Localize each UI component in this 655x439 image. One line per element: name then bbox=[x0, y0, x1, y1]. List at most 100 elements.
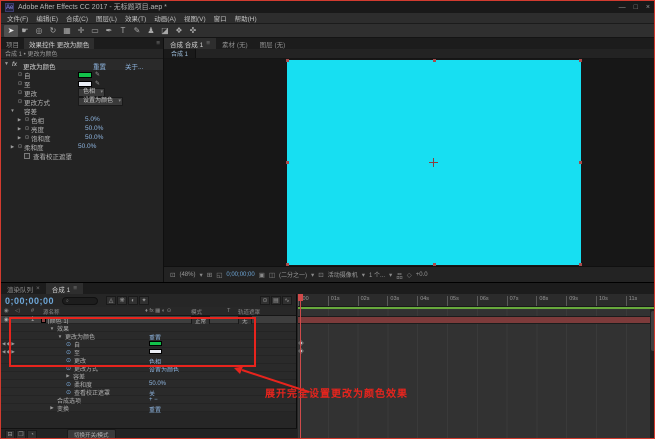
magnification-dropdown-icon[interactable]: ▾ bbox=[199, 271, 202, 279]
frame-blending-icon[interactable]: ◐ bbox=[128, 296, 139, 305]
resolution-dropdown-icon[interactable]: ▾ bbox=[311, 271, 314, 279]
panel-menu-icon[interactable]: ≡ bbox=[153, 38, 163, 49]
eye-icon[interactable]: ◉ bbox=[4, 317, 9, 323]
expand-inout-icon[interactable]: ◔ bbox=[27, 430, 37, 438]
pixel-aspect-icon[interactable]: 品 bbox=[396, 270, 403, 280]
menu-item-4[interactable]: 效果(T) bbox=[121, 13, 150, 23]
twirl-icon[interactable]: ▶ bbox=[9, 144, 16, 150]
menu-item-3[interactable]: 图层(L) bbox=[92, 13, 121, 23]
menu-item-0[interactable]: 文件(F) bbox=[3, 13, 32, 23]
transform-handle[interactable] bbox=[579, 161, 582, 164]
always-preview-icon[interactable]: ⊡ bbox=[170, 271, 175, 279]
timeline-scrollbar[interactable] bbox=[650, 309, 654, 438]
mode-column[interactable]: 模式 bbox=[191, 308, 202, 316]
type-tool[interactable]: T bbox=[116, 25, 130, 37]
transform-handle[interactable] bbox=[579, 59, 582, 62]
clone-stamp-tool[interactable]: ♟ bbox=[144, 25, 158, 37]
stopwatch-icon[interactable]: ⊙ bbox=[65, 341, 72, 348]
maximize-button[interactable]: □ bbox=[634, 4, 638, 11]
menu-item-5[interactable]: 动画(A) bbox=[150, 13, 180, 23]
panel-menu-icon[interactable]: ≡ bbox=[73, 285, 77, 292]
menu-item-6[interactable]: 视图(V) bbox=[180, 13, 210, 23]
stopwatch-icon[interactable]: ⊙ bbox=[65, 357, 72, 364]
layer-color-chip[interactable] bbox=[41, 317, 46, 323]
camera-tool[interactable]: ▦ bbox=[60, 25, 74, 37]
comp-subtab[interactable]: 合成 1 bbox=[164, 49, 197, 58]
about-button[interactable]: 关于... bbox=[125, 61, 143, 71]
property-value[interactable]: 50.0% bbox=[149, 381, 166, 387]
eraser-tool[interactable]: ◪ bbox=[158, 25, 172, 37]
selection-tool[interactable]: ➤ bbox=[4, 24, 18, 37]
property-value[interactable]: 50.0% bbox=[78, 143, 96, 150]
color-swatch[interactable] bbox=[78, 80, 92, 87]
eyedropper-icon[interactable]: ✎ bbox=[95, 80, 100, 87]
pan-behind-tool[interactable]: ✛ bbox=[74, 25, 88, 37]
cti-handle[interactable] bbox=[298, 294, 303, 301]
color-swatch[interactable] bbox=[78, 71, 92, 78]
twirl-icon[interactable]: ▼ bbox=[49, 326, 55, 331]
transform-handle[interactable] bbox=[286, 161, 289, 164]
twirl-icon[interactable]: ▶ bbox=[49, 405, 55, 411]
color-swatch[interactable] bbox=[149, 341, 162, 346]
transform-handle[interactable] bbox=[286, 59, 289, 62]
tab-composition[interactable]: 合成 合成 1 ≡ bbox=[164, 38, 217, 49]
show-snapshot-icon[interactable]: ◫ bbox=[269, 271, 275, 279]
stopwatch-icon[interactable]: ⊙ bbox=[23, 134, 31, 141]
current-time-display[interactable]: 0;00;00;00 bbox=[5, 296, 54, 306]
twirl-icon[interactable]: ▶ bbox=[16, 135, 23, 141]
anchor-point-icon[interactable] bbox=[429, 158, 438, 167]
property-value[interactable]: 50.0% bbox=[85, 134, 103, 141]
tab-footage[interactable]: 素材 (无) bbox=[216, 38, 254, 49]
motion-blur-icon[interactable]: ✦ bbox=[139, 296, 150, 305]
menu-item-8[interactable]: 帮助(H) bbox=[231, 13, 261, 23]
expand-layer-switches-icon[interactable]: ⊟ bbox=[5, 430, 15, 438]
layer-duration-bar[interactable] bbox=[298, 316, 654, 324]
zoom-tool[interactable]: ◎ bbox=[32, 25, 46, 37]
grid-guides-icon[interactable]: ⊞ bbox=[207, 271, 212, 279]
tab-timeline-comp[interactable]: 合成 1 ≡ bbox=[45, 283, 84, 294]
menu-item-1[interactable]: 编辑(E) bbox=[32, 13, 62, 23]
camera-dropdown-icon[interactable]: ▾ bbox=[362, 271, 365, 279]
property-value[interactable]: 5.0% bbox=[85, 116, 100, 123]
toggle-switches-modes-button[interactable]: 切换开关/模式 bbox=[67, 428, 116, 438]
rotate-tool[interactable]: ↻ bbox=[46, 25, 60, 37]
eyedropper-icon[interactable]: ✎ bbox=[95, 71, 100, 78]
stopwatch-icon[interactable]: ⊙ bbox=[65, 365, 72, 372]
expand-transfer-controls-icon[interactable]: ❐ bbox=[16, 430, 26, 438]
dropdown-select[interactable]: 设置为颜色 bbox=[78, 97, 124, 106]
tab-layer[interactable]: 图层 (无) bbox=[254, 38, 292, 49]
keyframe-navigator[interactable]: ◀ ◆ ▶ bbox=[2, 341, 15, 347]
twirl-icon[interactable]: ▶ bbox=[16, 126, 23, 132]
hide-shy-layers-icon[interactable]: ❋ bbox=[117, 296, 128, 305]
exposure-icon[interactable]: ◇ bbox=[407, 271, 412, 279]
reset-button[interactable]: 重置 bbox=[149, 405, 161, 414]
draft-3d-icon[interactable]: ◬ bbox=[106, 296, 117, 305]
roi-icon[interactable]: ⊡ bbox=[318, 271, 323, 279]
keyframe-navigator[interactable]: ◀ ◆ ▶ bbox=[2, 349, 15, 355]
menu-item-7[interactable]: 窗口 bbox=[210, 13, 231, 23]
pen-tool[interactable]: ✒ bbox=[102, 25, 116, 37]
transform-handle[interactable] bbox=[433, 59, 436, 62]
magnification-value[interactable]: (48%) bbox=[179, 272, 195, 278]
close-icon[interactable]: × bbox=[36, 285, 40, 292]
color-swatch[interactable] bbox=[149, 349, 162, 354]
twirl-icon[interactable]: ▶ bbox=[65, 373, 71, 379]
view-layout-value[interactable]: 1 个... bbox=[369, 270, 385, 279]
fx-badge-icon[interactable]: fx bbox=[12, 61, 17, 68]
live-update-icon[interactable]: ⊙ bbox=[260, 296, 270, 305]
stopwatch-icon[interactable]: ⊙ bbox=[16, 80, 24, 87]
current-time-indicator[interactable] bbox=[298, 294, 303, 438]
close-button[interactable]: × bbox=[646, 4, 650, 11]
hand-tool[interactable]: ☛ bbox=[18, 25, 32, 37]
preview-timecode[interactable]: 0;00;00;00 bbox=[226, 272, 254, 278]
stopwatch-icon[interactable]: ⊙ bbox=[65, 349, 72, 356]
brush-tool[interactable]: ✎ bbox=[130, 25, 144, 37]
view-layout-dropdown-icon[interactable]: ▾ bbox=[389, 271, 392, 279]
stopwatch-icon[interactable]: ⊙ bbox=[16, 71, 24, 78]
graph-editor-icon[interactable]: ∿ bbox=[282, 296, 292, 305]
minimize-button[interactable]: — bbox=[619, 4, 626, 11]
view-correction-matte-checkbox[interactable] bbox=[24, 152, 30, 159]
composition-canvas[interactable] bbox=[164, 59, 654, 266]
stopwatch-icon[interactable]: ⊙ bbox=[65, 389, 72, 396]
reset-button[interactable]: 重置 bbox=[93, 61, 106, 71]
